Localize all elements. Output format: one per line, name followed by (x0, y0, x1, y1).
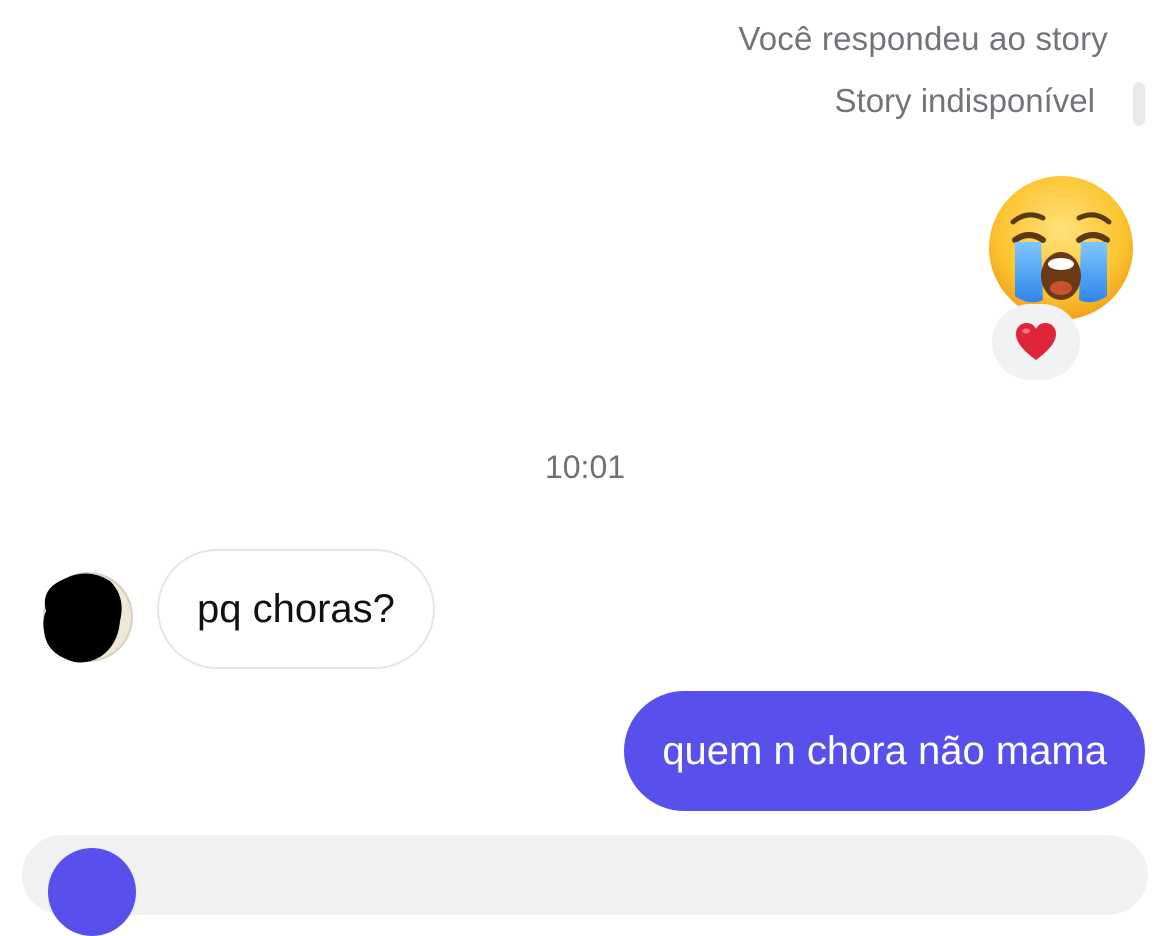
crying-face-emoji-icon[interactable] (985, 172, 1137, 324)
avatar[interactable] (36, 567, 136, 667)
camera-icon[interactable] (48, 848, 136, 936)
incoming-message-text: pq choras? (197, 586, 395, 631)
message-timestamp: 10:01 (544, 449, 626, 485)
story-reply-label: Você respondeu ao story (738, 20, 1108, 57)
outgoing-message-text: quem n chora não mama (662, 728, 1107, 773)
red-heart-icon (1016, 323, 1056, 360)
reaction-pill[interactable] (992, 304, 1080, 380)
story-reply-bar (1133, 82, 1145, 126)
incoming-message-bubble[interactable]: pq choras? (157, 549, 435, 669)
story-unavailable-label[interactable]: Story indisponível (835, 82, 1095, 120)
outgoing-message-bubble[interactable]: quem n chora não mama (624, 691, 1145, 811)
message-composer[interactable] (22, 835, 1148, 915)
